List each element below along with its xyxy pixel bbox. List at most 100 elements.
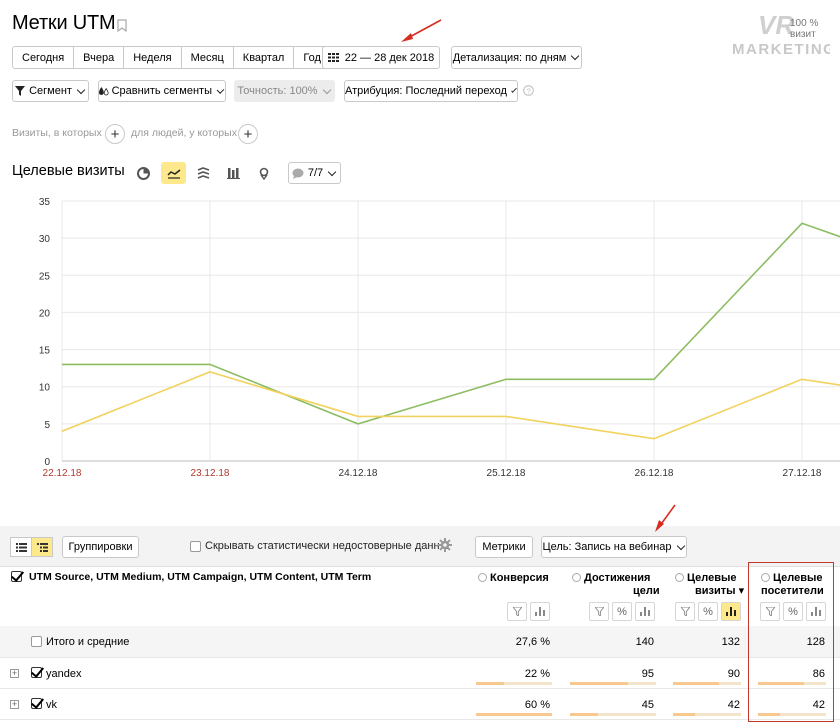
accuracy-label: Точность: 100% (237, 85, 318, 97)
totals-target-visits: 132 (721, 636, 740, 648)
totals-label: Итого и средние (46, 636, 130, 648)
column-header-target-visits-line2: визиты ▾ (695, 585, 745, 597)
map-pin-icon (259, 167, 268, 180)
column-header-target-visits[interactable]: Целевые визиты ▾ (675, 572, 744, 598)
chevron-down-icon (322, 85, 331, 94)
compare-segments-dropdown[interactable]: Сравнить сегменты (98, 80, 226, 102)
column-header-goal-reaches-line1: Достижения (584, 572, 651, 584)
filter-icon (512, 607, 522, 616)
row-checkbox-yandex[interactable] (31, 667, 42, 678)
chevron-down-icon (676, 541, 685, 550)
expand-row-yandex[interactable]: + (10, 669, 19, 678)
period-month[interactable]: Месяц (182, 47, 234, 68)
x-tick-label: 24.12.18 (339, 468, 378, 479)
info-icon (572, 573, 581, 582)
vk-conversion: 60 % (524, 699, 550, 711)
bookmark-icon[interactable] (117, 19, 127, 32)
period-today[interactable]: Сегодня (13, 47, 75, 68)
attribution-dropdown[interactable]: Атрибуция: Последний переход (344, 80, 518, 102)
column-header-target-visits-line1: Целевые (687, 572, 737, 584)
groupings-label: Группировки (68, 541, 133, 553)
logo-top: VR (758, 10, 794, 40)
segment-dropdown[interactable]: Сегмент (12, 80, 89, 102)
chart-type-bar[interactable] (221, 162, 246, 184)
annotation-arrow-icon (401, 19, 442, 42)
y-tick-label: 5 (44, 420, 50, 431)
bar-chart-icon (726, 607, 736, 616)
annotation-arrow-icon (655, 504, 676, 532)
chart-type-pie[interactable] (131, 162, 156, 184)
row-label-vk[interactable]: vk (46, 699, 57, 711)
period-selector: Сегодня Вчера Неделя Месяц Квартал Год (12, 46, 331, 69)
chart-type-line[interactable] (161, 162, 186, 184)
target-visits-filter-button[interactable] (675, 602, 695, 621)
share-bar-fill (476, 713, 552, 716)
target-visits-percent-button[interactable]: % (698, 602, 718, 621)
date-range-button[interactable]: 22 — 28 дек 2018 (322, 46, 440, 69)
groupings-button[interactable]: Группировки (62, 536, 139, 558)
help-icon[interactable]: ? (523, 85, 534, 96)
y-tick-label: 25 (39, 271, 51, 282)
attribution-label: Атрибуция: Последний переход (345, 85, 507, 97)
dimension-checkbox[interactable] (11, 571, 22, 582)
period-week[interactable]: Неделя (124, 47, 182, 68)
chevron-down-icon (76, 85, 86, 94)
detail-dropdown[interactable]: Детализация: по дням (451, 46, 582, 69)
tree-icon (36, 542, 48, 552)
expand-row-vk[interactable]: + (10, 700, 19, 709)
chevron-down-icon (571, 51, 580, 61)
goal-reaches-chart-button[interactable] (635, 602, 655, 621)
list-view-toggle[interactable] (10, 537, 32, 557)
series-counter-dropdown[interactable]: 7/7 (288, 162, 341, 184)
totals-checkbox[interactable] (31, 636, 42, 647)
highlight-frame (748, 562, 834, 722)
detail-label: Детализация: по дням (452, 51, 567, 64)
yandex-goal-reaches: 95 (641, 668, 654, 680)
metrics-button[interactable]: Метрики (475, 536, 533, 558)
yandex-target-visits: 90 (727, 668, 740, 680)
logo-bottom: MARKETING (732, 41, 830, 58)
conversion-chart-button[interactable] (530, 602, 550, 621)
comment-icon (292, 168, 304, 179)
period-yesterday[interactable]: Вчера (74, 47, 125, 68)
dimension-header[interactable]: UTM Source, UTM Medium, UTM Campaign, UT… (29, 571, 371, 584)
row-checkbox-vk[interactable] (31, 698, 42, 709)
calendar-icon (327, 53, 339, 62)
gear-icon[interactable] (438, 538, 452, 552)
bar-chart-icon (535, 607, 545, 616)
period-quarter[interactable]: Квартал (234, 47, 295, 68)
hide-unreliable-checkbox[interactable] (190, 541, 201, 552)
accuracy-dropdown[interactable]: Точность: 100% (234, 80, 335, 102)
chart-type-map[interactable] (251, 162, 276, 184)
totals-goal-reaches: 140 (635, 636, 654, 648)
conversion-filter-button[interactable] (507, 602, 527, 621)
tree-view-toggle[interactable] (31, 537, 53, 557)
bar-chart-icon (640, 607, 650, 616)
info-icon (478, 573, 487, 582)
add-people-condition-button[interactable]: + (238, 124, 258, 144)
column-header-goal-reaches[interactable]: Достижения цели (572, 572, 660, 598)
column-header-conversion[interactable]: Конверсия (478, 572, 549, 585)
bar-chart-icon (227, 168, 240, 179)
chevron-down-icon (511, 86, 517, 93)
share-bar-fill (570, 713, 598, 716)
goal-reaches-filter-button[interactable] (589, 602, 609, 621)
x-tick-label: 27.12.18 (783, 468, 822, 479)
filter-icon (594, 607, 604, 616)
share-bar-fill (673, 682, 720, 685)
target-visits-chart-button[interactable] (721, 602, 741, 621)
line-chart: 0 5 10 15 20 25 30 35 22.12.18 23.12.18 24.12.18 25… (39, 197, 840, 479)
svg-text:?: ? (527, 86, 531, 95)
goal-reaches-percent-button[interactable]: % (612, 602, 632, 621)
filter-icon (15, 86, 26, 96)
metrics-label: Метрики (482, 541, 526, 553)
hide-unreliable-label: Скрывать статистически недостоверные дан… (205, 540, 449, 552)
chart-type-area[interactable] (191, 162, 216, 184)
goal-dropdown[interactable]: Цель: Запись на вебинар (541, 536, 687, 558)
y-tick-label: 35 (39, 197, 51, 208)
pie-chart-icon (137, 166, 150, 180)
visits-percent: 100 % визит (790, 18, 819, 40)
row-label-yandex[interactable]: yandex (46, 668, 81, 680)
add-visit-condition-button[interactable]: + (105, 124, 125, 144)
column-header-conversion-line1: Конверсия (490, 572, 549, 584)
